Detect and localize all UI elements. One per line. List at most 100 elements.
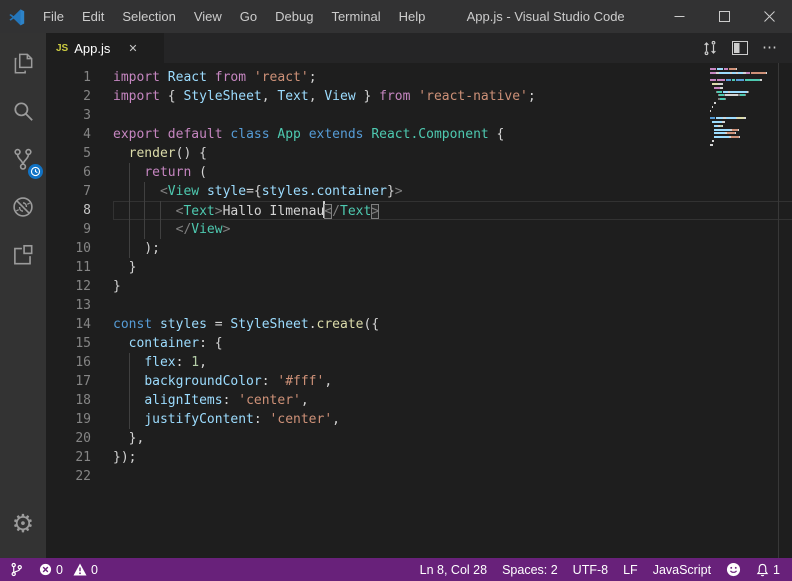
code-line[interactable]: 2import { StyleSheet, Text, View } from … [46, 87, 792, 106]
indent-guide [129, 182, 130, 201]
line-number[interactable]: 17 [46, 372, 113, 391]
code-line[interactable]: 14const styles = StyleSheet.create({ [46, 315, 792, 334]
code-line[interactable]: 4export default class App extends React.… [46, 125, 792, 144]
line-number[interactable]: 6 [46, 163, 113, 182]
manage-button[interactable]: ⚙ [0, 500, 46, 548]
maximize-button[interactable] [702, 0, 747, 33]
language-mode-indicator[interactable]: JavaScript [653, 563, 711, 577]
line-number[interactable]: 21 [46, 448, 113, 467]
line-number[interactable]: 18 [46, 391, 113, 410]
menu-go[interactable]: Go [231, 0, 266, 33]
menu-edit[interactable]: Edit [73, 0, 113, 33]
code-line[interactable]: 12} [46, 277, 792, 296]
code-line[interactable]: 5 render() { [46, 144, 792, 163]
line-content [113, 467, 792, 486]
scrollbar[interactable] [778, 63, 792, 558]
menu-help[interactable]: Help [390, 0, 435, 33]
line-number[interactable]: 5 [46, 144, 113, 163]
line-number[interactable]: 13 [46, 296, 113, 315]
close-button[interactable] [747, 0, 792, 33]
open-changes-icon[interactable] [702, 40, 718, 56]
feedback-smiley-button[interactable] [726, 562, 741, 577]
indentation-indicator[interactable]: Spaces: 2 [502, 563, 558, 577]
notifications-indicator[interactable]: 1 [756, 563, 780, 577]
line-number[interactable]: 2 [46, 87, 113, 106]
menu-view[interactable]: View [185, 0, 231, 33]
line-content: container: { [113, 334, 792, 353]
indent-guide [160, 201, 161, 220]
line-content: export default class App extends React.C… [113, 125, 792, 144]
cursor-position-indicator[interactable]: Ln 8, Col 28 [420, 563, 487, 577]
line-number[interactable]: 3 [46, 106, 113, 125]
code-line[interactable]: 3 [46, 106, 792, 125]
code-line[interactable]: 7 <View style={styles.container}> [46, 182, 792, 201]
line-number[interactable]: 15 [46, 334, 113, 353]
minimap[interactable] [710, 67, 778, 151]
line-number[interactable]: 11 [46, 258, 113, 277]
code-line[interactable]: 1import React from 'react'; [46, 68, 792, 87]
warnings-icon [73, 563, 87, 576]
vscode-window: FileEditSelectionViewGoDebugTerminalHelp… [0, 0, 792, 581]
line-content: render() { [113, 144, 792, 163]
activity-search[interactable] [0, 87, 46, 135]
clock-icon [30, 166, 41, 177]
code-line[interactable]: 8 <Text>Hallo Ilmenau</Text> [46, 201, 792, 220]
line-content: <View style={styles.container}> [113, 182, 792, 201]
split-editor-icon[interactable] [732, 41, 748, 55]
line-number[interactable]: 9 [46, 220, 113, 239]
line-number[interactable]: 20 [46, 429, 113, 448]
code-line[interactable]: 17 backgroundColor: '#fff', [46, 372, 792, 391]
line-number[interactable]: 19 [46, 410, 113, 429]
minimize-button[interactable] [657, 0, 702, 33]
code-line[interactable]: 9 </View> [46, 220, 792, 239]
line-number[interactable]: 7 [46, 182, 113, 201]
indent-guide [160, 220, 161, 239]
code-editor[interactable]: 1import React from 'react';2import { Sty… [46, 63, 792, 558]
line-number[interactable]: 22 [46, 467, 113, 486]
line-content: }); [113, 448, 792, 467]
indent-guide [144, 201, 145, 220]
line-content [113, 106, 792, 125]
code-line[interactable]: 11 } [46, 258, 792, 277]
line-content: import { StyleSheet, Text, View } from '… [113, 87, 792, 106]
tab-appjs[interactable]: JS App.js ✕ [46, 33, 164, 63]
menu-bar: FileEditSelectionViewGoDebugTerminalHelp [34, 0, 434, 33]
encoding-indicator[interactable]: UTF-8 [573, 563, 608, 577]
warning-count: 0 [91, 563, 98, 577]
code-line[interactable]: 10 ); [46, 239, 792, 258]
code-line[interactable]: 22 [46, 467, 792, 486]
line-number[interactable]: 10 [46, 239, 113, 258]
tab-label: App.js [74, 41, 110, 56]
code-line[interactable]: 20 }, [46, 429, 792, 448]
more-actions-icon[interactable]: ⋯ [762, 43, 778, 53]
git-branch-indicator[interactable] [10, 562, 23, 577]
menu-terminal[interactable]: Terminal [322, 0, 389, 33]
line-number[interactable]: 12 [46, 277, 113, 296]
problems-indicator[interactable]: 0 0 [39, 563, 98, 577]
line-number[interactable]: 8 [46, 201, 113, 220]
code-line[interactable]: 13 [46, 296, 792, 315]
code-line[interactable]: 21}); [46, 448, 792, 467]
activity-debug[interactable] [0, 183, 46, 231]
code-line[interactable]: 19 justifyContent: 'center', [46, 410, 792, 429]
line-content: } [113, 277, 792, 296]
code-line[interactable]: 6 return ( [46, 163, 792, 182]
menu-selection[interactable]: Selection [113, 0, 184, 33]
code-line[interactable]: 16 flex: 1, [46, 353, 792, 372]
activity-explorer[interactable] [0, 39, 46, 87]
line-number[interactable]: 14 [46, 315, 113, 334]
line-number[interactable]: 1 [46, 68, 113, 87]
code-line[interactable]: 15 container: { [46, 334, 792, 353]
activity-source-control[interactable] [0, 135, 46, 183]
eol-indicator[interactable]: LF [623, 563, 638, 577]
indent-guide [129, 391, 130, 410]
menu-file[interactable]: File [34, 0, 73, 33]
code-line[interactable]: 18 alignItems: 'center', [46, 391, 792, 410]
line-number[interactable]: 16 [46, 353, 113, 372]
activity-extensions[interactable] [0, 231, 46, 279]
indent-guide [144, 182, 145, 201]
line-content: const styles = StyleSheet.create({ [113, 315, 792, 334]
line-number[interactable]: 4 [46, 125, 113, 144]
tab-close-icon[interactable]: ✕ [128, 42, 137, 55]
menu-debug[interactable]: Debug [266, 0, 322, 33]
